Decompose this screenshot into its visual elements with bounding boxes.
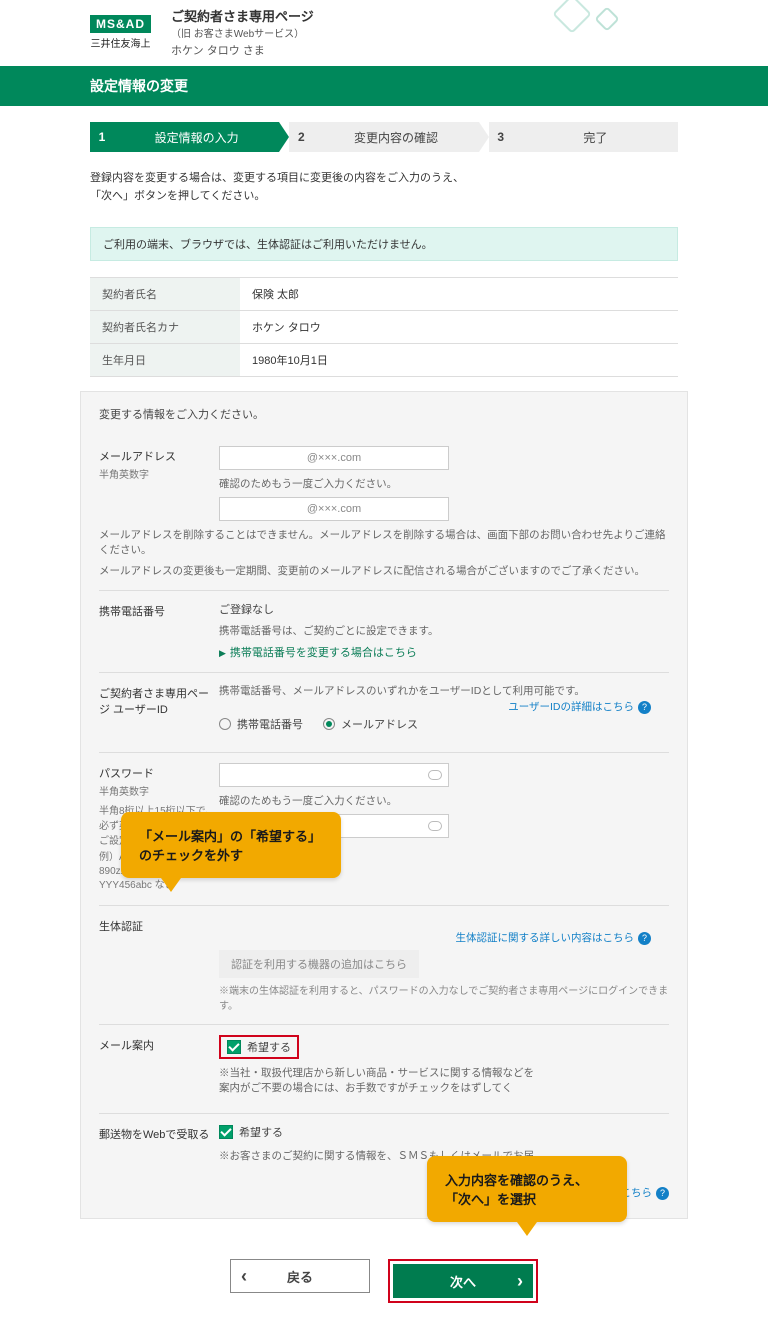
userid-label: ご契約者さま専用ページ ユーザーID bbox=[99, 688, 209, 716]
step-1-num: 1 bbox=[90, 130, 114, 144]
mobile-per-contract: 携帯電話番号は、ご契約ごとに設定できます。 bbox=[219, 623, 669, 638]
biometric-label: 生体認証 bbox=[99, 921, 143, 933]
page-owner-title: ご契約者さま専用ページ bbox=[171, 6, 314, 25]
radio-icon bbox=[219, 718, 231, 730]
kana-value: ホケン タロウ bbox=[240, 311, 678, 343]
table-row: 契約者氏名カナ ホケン タロウ bbox=[90, 311, 678, 344]
email-field: メールアドレス 半角英数字 @×××.com 確認のためもう一度ご入力ください。… bbox=[99, 436, 669, 591]
back-button[interactable]: 戻る bbox=[230, 1259, 370, 1293]
userid-radio-email-label: メールアドレス bbox=[341, 716, 418, 732]
panel-intro: 変更する情報をご入力ください。 bbox=[99, 406, 669, 422]
userid-detail-link[interactable]: ユーザーIDの詳細はこちら? bbox=[508, 699, 651, 714]
name-value: 保険 太郎 bbox=[240, 278, 678, 310]
contract-info-table: 契約者氏名 保険 太郎 契約者氏名カナ ホケン タロウ 生年月日 1980年10… bbox=[90, 277, 678, 377]
intro-line-2: 「次へ」ボタンを押してください。 bbox=[90, 188, 678, 206]
mail-guide-note: ※当社・取扱代理店から新しい商品・サービスに関する情報などを 案内がご不要の場合… bbox=[219, 1065, 669, 1095]
settings-form-panel: 変更する情報をご入力ください。 メールアドレス 半角英数字 @×××.com 確… bbox=[80, 391, 688, 1219]
mail-guide-label: メール案内 bbox=[99, 1040, 154, 1052]
biometric-field: 生体認証 生体認証に関する詳しい内容はこちら? 認証を利用する機器の追加はこちら… bbox=[99, 906, 669, 1025]
callout-mail-guide: 「メール案内」の「希望する」 のチェックを外す bbox=[121, 812, 341, 878]
password-label: パスワード bbox=[99, 768, 154, 780]
step-3: 3 完了 bbox=[489, 122, 678, 152]
biometric-note: ※端末の生体認証を利用すると、パスワードの入力なしでご契約者さま専用ページにログ… bbox=[219, 982, 669, 1012]
step-indicator: 1 設定情報の入力 2 変更内容の確認 3 完了 bbox=[0, 106, 768, 166]
callout-text: 「メール案内」の「希望する」 bbox=[139, 826, 323, 845]
postal-web-want-label: 希望する bbox=[239, 1124, 283, 1140]
mobile-change-link[interactable]: 携帯電話番号を変更する場合はこちら bbox=[219, 644, 669, 660]
intro-text: 登録内容を変更する場合は、変更する項目に変更後の内容をご入力のうえ、 「次へ」ボ… bbox=[0, 166, 768, 215]
help-icon: ? bbox=[656, 1187, 669, 1200]
next-button-highlight: 次へ bbox=[388, 1259, 538, 1303]
password-sublabel: 半角英数字 bbox=[99, 783, 219, 798]
checkbox-icon bbox=[219, 1125, 233, 1139]
name-label: 契約者氏名 bbox=[90, 278, 240, 310]
callout-text: のチェックを外す bbox=[139, 845, 323, 864]
userid-desc: 携帯電話番号、メールアドレスのいずれかをユーザーIDとして利用可能です。 bbox=[219, 683, 669, 698]
postal-web-label: 郵送物をWebで受取る bbox=[99, 1129, 209, 1141]
step-2-num: 2 bbox=[289, 130, 313, 144]
mobile-label: 携帯電話番号 bbox=[99, 606, 165, 618]
dob-label: 生年月日 bbox=[90, 344, 240, 376]
biometric-add-device[interactable]: 認証を利用する機器の追加はこちら bbox=[219, 950, 419, 978]
email-delete-note: メールアドレスを削除することはできません。メールアドレスを削除する場合は、画面下… bbox=[99, 527, 669, 557]
radio-icon bbox=[323, 718, 335, 730]
user-greeting: ホケン タロウ さま bbox=[171, 42, 314, 58]
help-icon: ? bbox=[638, 701, 651, 714]
step-2: 2 変更内容の確認 bbox=[289, 122, 478, 152]
step-3-label: 完了 bbox=[513, 129, 678, 146]
mail-guide-checkbox[interactable]: 希望する bbox=[227, 1039, 291, 1055]
callout-text: 入力内容を確認のうえ、 bbox=[445, 1170, 609, 1189]
userid-field: ご契約者さま専用ページ ユーザーID 携帯電話番号、メールアドレスのいずれかをユ… bbox=[99, 673, 669, 753]
biometric-unavailable-notice: ご利用の端末、ブラウザでは、生体認証はご利用いただけません。 bbox=[90, 227, 678, 261]
decorative-shapes bbox=[558, 0, 648, 40]
biometric-detail-link[interactable]: 生体認証に関する詳しい内容はこちら? bbox=[456, 930, 652, 945]
checkbox-icon bbox=[227, 1040, 241, 1054]
page-header: MS&AD 三井住友海上 ご契約者さま専用ページ （旧 お客さまWebサービス）… bbox=[0, 0, 768, 66]
brand: MS&AD 三井住友海上 bbox=[90, 15, 151, 50]
step-1-label: 設定情報の入力 bbox=[114, 129, 279, 146]
brand-sub: 三井住友海上 bbox=[91, 35, 151, 50]
help-icon: ? bbox=[638, 932, 651, 945]
callout-next: 入力内容を確認のうえ、 「次へ」を選択 bbox=[427, 1156, 627, 1222]
email-confirm-input[interactable]: @×××.com bbox=[219, 497, 449, 521]
password-input[interactable] bbox=[219, 763, 449, 787]
page-owner-sub: （旧 お客さまWebサービス） bbox=[171, 25, 314, 40]
brand-logo: MS&AD bbox=[90, 15, 151, 33]
page-title: 設定情報の変更 bbox=[0, 66, 768, 106]
table-row: 生年月日 1980年10月1日 bbox=[90, 344, 678, 377]
dob-value: 1980年10月1日 bbox=[240, 344, 678, 376]
email-sublabel: 半角英数字 bbox=[99, 466, 219, 481]
email-input[interactable]: @×××.com bbox=[219, 446, 449, 470]
mail-guide-field: メール案内 希望する ※当社・取扱代理店から新しい商品・サービスに関する情報など… bbox=[99, 1025, 669, 1114]
userid-radio-email[interactable]: メールアドレス bbox=[323, 716, 418, 732]
email-label: メールアドレス bbox=[99, 451, 176, 463]
mobile-none: ご登録なし bbox=[219, 601, 669, 617]
mobile-field: 携帯電話番号 ご登録なし 携帯電話番号は、ご契約ごとに設定できます。 携帯電話番… bbox=[99, 591, 669, 673]
intro-line-1: 登録内容を変更する場合は、変更する項目に変更後の内容をご入力のうえ、 bbox=[90, 170, 678, 188]
next-button-label: 次へ bbox=[450, 1272, 476, 1291]
table-row: 契約者氏名 保険 太郎 bbox=[90, 278, 678, 311]
step-3-num: 3 bbox=[489, 130, 513, 144]
userid-radio-phone[interactable]: 携帯電話番号 bbox=[219, 716, 303, 732]
mail-guide-highlight: 希望する bbox=[219, 1035, 299, 1059]
step-2-label: 変更内容の確認 bbox=[313, 129, 478, 146]
next-button[interactable]: 次へ bbox=[393, 1264, 533, 1298]
step-1: 1 設定情報の入力 bbox=[90, 122, 279, 152]
email-retain-note: メールアドレスの変更後も一定期間、変更前のメールアドレスに配信される場合がござい… bbox=[99, 563, 669, 578]
callout-text: 「次へ」を選択 bbox=[445, 1189, 609, 1208]
postal-web-checkbox[interactable]: 希望する bbox=[219, 1124, 283, 1140]
back-button-label: 戻る bbox=[287, 1267, 313, 1286]
button-row: 戻る 次へ bbox=[0, 1239, 768, 1327]
email-confirm-hint: 確認のためもう一度ご入力ください。 bbox=[219, 476, 669, 491]
userid-radio-phone-label: 携帯電話番号 bbox=[237, 716, 303, 732]
password-confirm-hint: 確認のためもう一度ご入力ください。 bbox=[219, 793, 669, 808]
mail-guide-want-label: 希望する bbox=[247, 1039, 291, 1055]
kana-label: 契約者氏名カナ bbox=[90, 311, 240, 343]
